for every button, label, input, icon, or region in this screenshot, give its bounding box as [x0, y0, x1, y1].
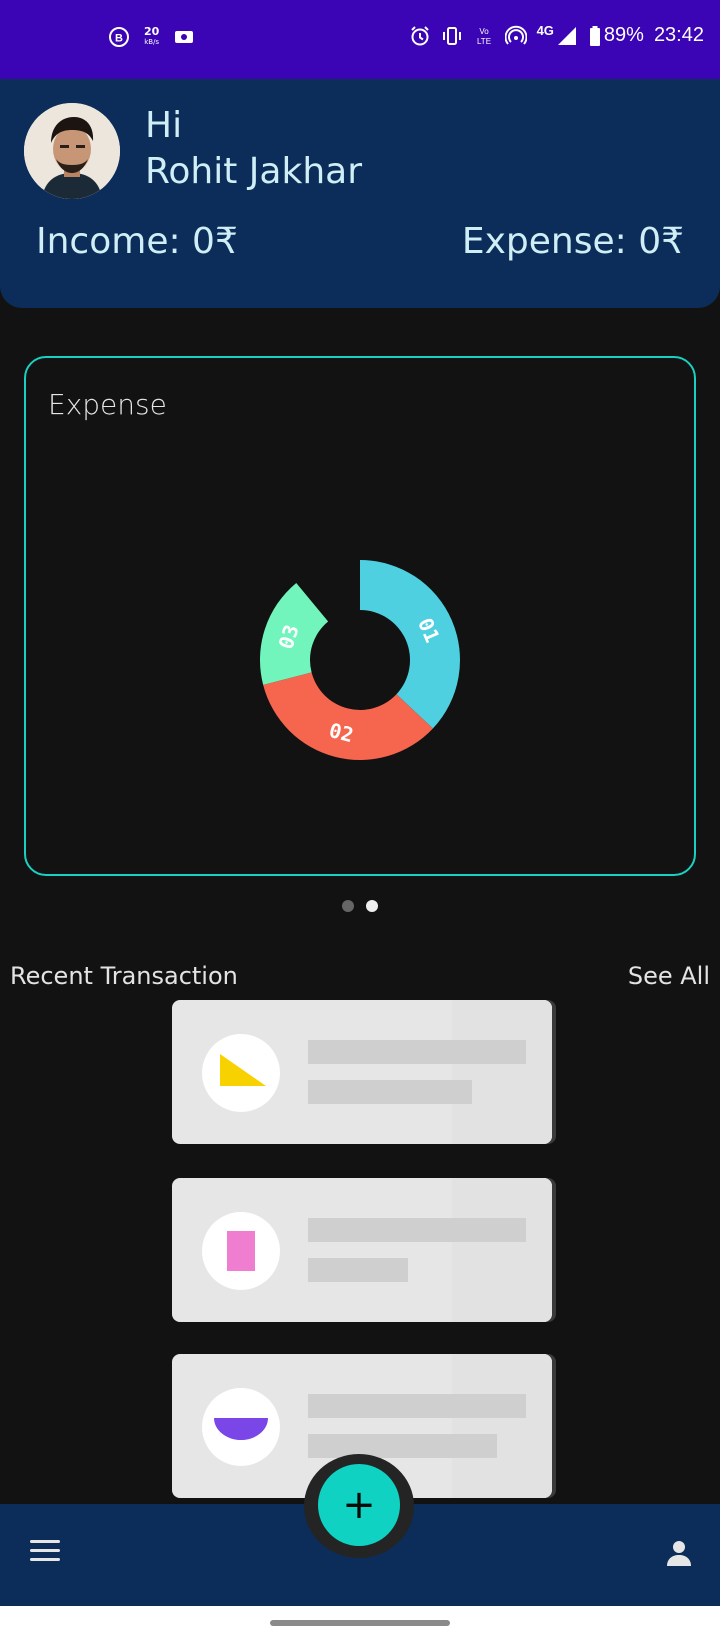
business-b-icon: B	[108, 26, 130, 48]
net-speed-unit: kB/s	[144, 38, 160, 46]
placeholder-icon-circle	[202, 1212, 280, 1290]
recent-transaction-heading: Recent Transaction	[10, 962, 238, 990]
card-shade	[452, 1000, 552, 1144]
add-transaction-button[interactable]: +	[318, 1464, 400, 1546]
person-icon[interactable]	[664, 1538, 694, 1568]
network-type: 4G	[536, 23, 554, 38]
placeholder-line-title	[308, 1394, 526, 1418]
user-header-card: Hi Rohit Jakhar Income: 0₹ Expense: 0₹	[0, 79, 720, 308]
battery-icon	[588, 25, 602, 47]
battery-percent: 89%	[603, 24, 644, 46]
vibrate-icon	[441, 25, 463, 47]
pager-dot[interactable]	[366, 900, 378, 912]
gesture-navigation-area	[0, 1606, 720, 1640]
transaction-placeholder-card[interactable]	[172, 1178, 552, 1322]
volte-icon: Vo LTE	[473, 25, 495, 47]
see-all-link[interactable]: See All	[628, 962, 710, 990]
svg-text:B: B	[115, 33, 123, 45]
net-speed-indicator: 20 kB/s	[144, 26, 160, 47]
status-left-icons: B 20 kB/s	[108, 26, 195, 48]
expense-total: Expense: 0₹	[461, 221, 684, 262]
expense-chart-card[interactable]: Expense 01 02 03	[24, 356, 696, 876]
placeholder-line-subtitle	[308, 1258, 408, 1282]
cash-notification-icon	[173, 26, 195, 48]
donut-slice-01[interactable]	[360, 560, 460, 729]
chart-pager-dots	[0, 900, 720, 912]
semicircle-icon	[214, 1418, 268, 1440]
placeholder-icon-circle	[202, 1034, 280, 1112]
user-name: Rohit Jakhar	[145, 151, 363, 192]
triangle-icon	[220, 1054, 266, 1086]
card-shade	[452, 1354, 552, 1498]
placeholder-line-title	[308, 1040, 526, 1064]
greeting-text: Hi	[145, 105, 183, 146]
avatar[interactable]	[24, 103, 120, 199]
gesture-handle[interactable]	[270, 1620, 450, 1626]
svg-text:Vo: Vo	[479, 27, 489, 36]
transaction-placeholder-card[interactable]	[172, 1000, 552, 1144]
svg-text:LTE: LTE	[477, 37, 491, 46]
placeholder-line-subtitle	[308, 1080, 472, 1104]
status-right-icons: Vo LTE 4G 89% 23:42	[409, 23, 704, 47]
status-bar: B 20 kB/s Vo LTE 4G 89% 23:42	[0, 0, 720, 79]
rectangle-icon	[227, 1231, 255, 1271]
placeholder-line-subtitle	[308, 1434, 497, 1458]
greeting-block: Hi Rohit Jakhar	[145, 103, 362, 195]
alarm-icon	[409, 25, 431, 47]
income-total: Income: 0₹	[36, 221, 238, 262]
signal-icon	[556, 25, 578, 47]
expense-donut-chart: 010203	[260, 560, 460, 760]
clock-time: 23:42	[653, 24, 704, 46]
hamburger-menu-icon[interactable]	[30, 1540, 60, 1564]
placeholder-line-title	[308, 1218, 526, 1242]
pager-dot[interactable]	[342, 900, 354, 912]
placeholder-icon-circle	[202, 1388, 280, 1466]
card-shade	[452, 1178, 552, 1322]
hotspot-icon	[504, 25, 527, 47]
